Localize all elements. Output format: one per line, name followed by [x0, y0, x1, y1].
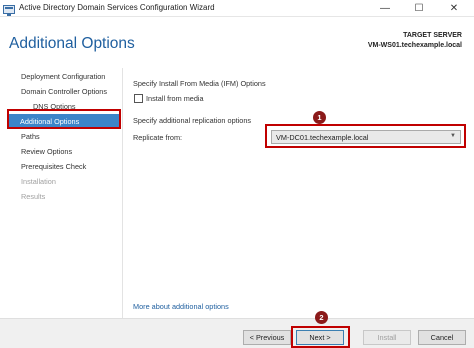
- wizard-header: Additional Options TARGET SERVER VM-WS01…: [0, 18, 474, 68]
- select-highlight-box: [265, 124, 466, 148]
- replication-heading: Specify additional replication options: [133, 116, 252, 125]
- nav-item-deployment-configuration[interactable]: Deployment Configuration: [21, 71, 105, 83]
- step-badge-1: 1: [313, 111, 326, 124]
- step-badge-2: 2: [315, 311, 328, 324]
- cancel-button[interactable]: Cancel: [418, 330, 466, 345]
- page-title: Additional Options: [9, 35, 135, 52]
- target-server-label: TARGET SERVER: [403, 32, 462, 39]
- previous-button[interactable]: < Previous: [243, 330, 291, 345]
- more-about-additional-options-link[interactable]: More about additional options: [133, 302, 229, 311]
- nav-item-prerequisites-check[interactable]: Prerequisites Check: [21, 161, 86, 173]
- maximize-button[interactable]: ☐: [406, 0, 432, 17]
- target-server-value: VM-WS01.techexample.local: [367, 42, 462, 49]
- title-bar: Active Directory Domain Services Configu…: [0, 0, 474, 17]
- nav-item-results: Results: [21, 192, 46, 201]
- main-content: Specify Install From Media (IFM) Options…: [122, 68, 474, 318]
- nav-item-domain-controller-options[interactable]: Domain Controller Options: [21, 86, 107, 98]
- wizard-window: Active Directory Domain Services Configu…: [0, 0, 474, 348]
- window-title: Active Directory Domain Services Configu…: [19, 3, 215, 12]
- minimize-button[interactable]: —: [372, 0, 398, 17]
- nav-highlight-box: [7, 109, 121, 129]
- nav-item-review-options[interactable]: Review Options: [21, 146, 72, 158]
- replicate-from-label: Replicate from:: [133, 133, 183, 142]
- ifm-heading: Specify Install From Media (IFM) Options: [133, 79, 266, 88]
- next-highlight-box: [291, 326, 350, 348]
- nav-item-paths[interactable]: Paths: [21, 131, 40, 143]
- close-button[interactable]: ✕: [441, 0, 467, 17]
- install-from-media-label[interactable]: Install from media: [146, 94, 204, 103]
- server-manager-icon: [3, 3, 15, 16]
- nav-item-installation: Installation: [21, 177, 56, 186]
- wizard-nav: Deployment Configuration Domain Controll…: [0, 68, 120, 318]
- install-button: Install: [363, 330, 411, 345]
- wizard-footer: < Previous Next > Install Cancel: [0, 318, 474, 348]
- install-from-media-checkbox[interactable]: [134, 94, 143, 103]
